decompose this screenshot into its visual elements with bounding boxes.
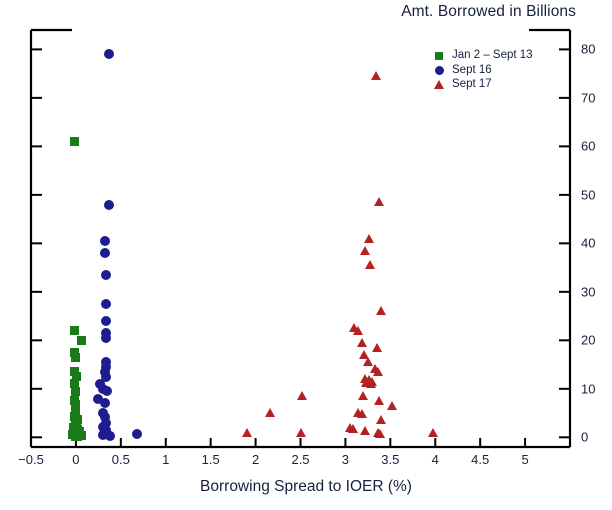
x-tick-label: 3.5	[381, 452, 400, 467]
legend-label: Sept 16	[452, 63, 492, 76]
x-tick-label: 1.5	[201, 452, 220, 467]
legend-marker-shape	[435, 66, 444, 76]
x-tick-label: −0.5	[18, 452, 44, 467]
legend-item-2[interactable]: Sept 16	[433, 63, 533, 78]
x-tick-label: 3	[341, 452, 350, 467]
legend-item-3[interactable]: Sept 17	[433, 77, 533, 92]
x-tick-label: 4.5	[471, 452, 490, 467]
x-tick-label: 2	[251, 452, 260, 467]
x-tick-label: 0	[72, 452, 80, 467]
x-tick-label: 1	[162, 452, 170, 467]
legend-square-icon	[433, 48, 447, 63]
y-tick-label: 60	[581, 138, 596, 154]
legend-triangle-icon	[433, 77, 447, 92]
legend-marker-shape	[435, 52, 443, 60]
x-tick-label: 5	[521, 452, 529, 467]
x-tick-label: 2.5	[291, 452, 310, 467]
y-tick-label: 20	[581, 332, 596, 348]
chart-legend: Jan 2 – Sept 13 Sept 16 Sept 17	[433, 48, 533, 92]
x-axis-title: Borrowing Spread to IOER (%)	[200, 478, 412, 495]
y-tick-label: 10	[581, 381, 596, 397]
legend-label: Sept 17	[452, 78, 492, 91]
y-tick-label: 40	[581, 235, 596, 251]
y-tick-label: 80	[581, 41, 596, 57]
y-tick-label: 30	[581, 284, 596, 300]
y-tick-label: 0	[581, 429, 589, 445]
x-tick-label: 4	[431, 452, 439, 467]
y-tick-label: 50	[581, 187, 596, 203]
legend-label: Jan 2 – Sept 13	[452, 49, 533, 61]
legend-circle-icon	[433, 63, 447, 78]
legend-item-1[interactable]: Jan 2 – Sept 13	[433, 48, 533, 63]
scatter-chart-figure: Amt. Borrowed in Billions −0.5 0 0.5 1 1.5 2 2…	[0, 0, 612, 510]
y-tick-label: 70	[581, 90, 596, 106]
x-tick-label: 0.5	[111, 452, 130, 467]
legend-marker-shape	[434, 80, 444, 90]
